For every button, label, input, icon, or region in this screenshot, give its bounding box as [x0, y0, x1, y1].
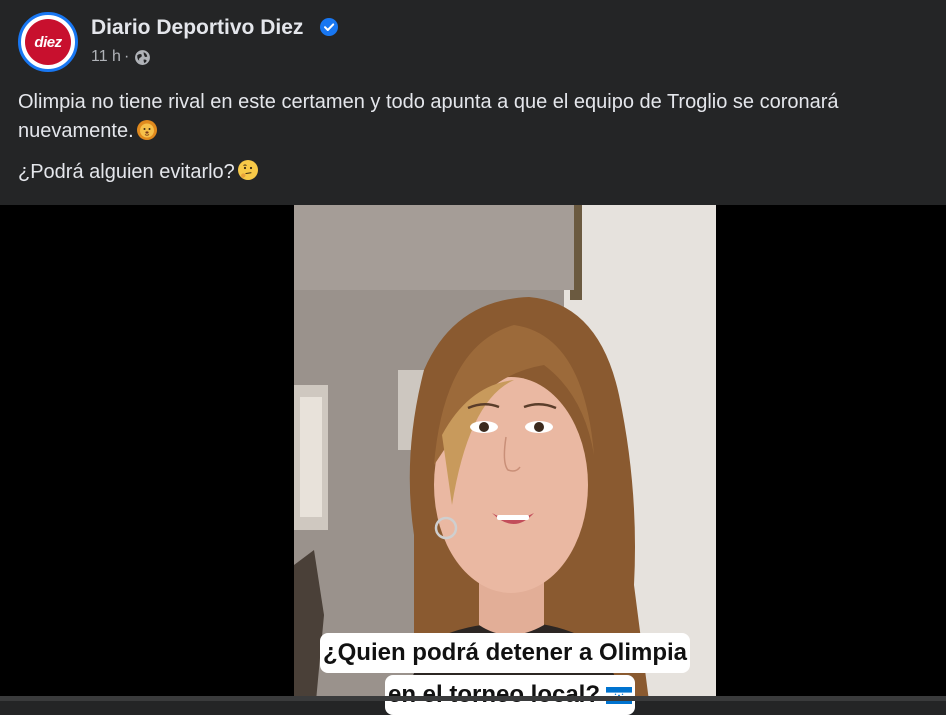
page-name-link[interactable]: Diario Deportivo Diez	[91, 16, 303, 40]
thinking-face-icon	[237, 160, 258, 180]
video-still-image	[294, 205, 716, 701]
globe-icon[interactable]	[134, 49, 151, 66]
video-caption-line2: en el torneo local?	[385, 675, 635, 715]
post-message: Olimpia no tiene rival en este certamen …	[18, 88, 938, 187]
avatar-logo-text: diez	[34, 33, 62, 51]
lion-face-icon	[136, 120, 157, 140]
video-frame	[294, 205, 716, 701]
verified-badge-icon	[320, 18, 338, 36]
post-timestamp[interactable]: 11 h	[91, 48, 121, 66]
caption-text2: en el torneo local?	[387, 681, 601, 708]
page-avatar[interactable]: diez	[18, 12, 78, 72]
post-message-line1: Olimpia no tiene rival en este certamen …	[18, 88, 938, 146]
post-header: diez Diario Deportivo Diez 11 h ·	[0, 0, 946, 80]
post-meta: 11 h ·	[91, 48, 151, 66]
video-progress-track	[0, 696, 946, 701]
meta-separator: ·	[123, 48, 130, 65]
post-message-text2: ¿Podrá alguien evitarlo?	[18, 161, 235, 183]
video-caption-line1: ¿Quien podrá detener a Olimpia	[320, 633, 690, 673]
post-message-line2: ¿Podrá alguien evitarlo?	[18, 158, 938, 187]
video-player[interactable]: ¿Quien podrá detener a Olimpia en el tor…	[0, 205, 946, 715]
diez-logo: diez	[25, 19, 71, 65]
